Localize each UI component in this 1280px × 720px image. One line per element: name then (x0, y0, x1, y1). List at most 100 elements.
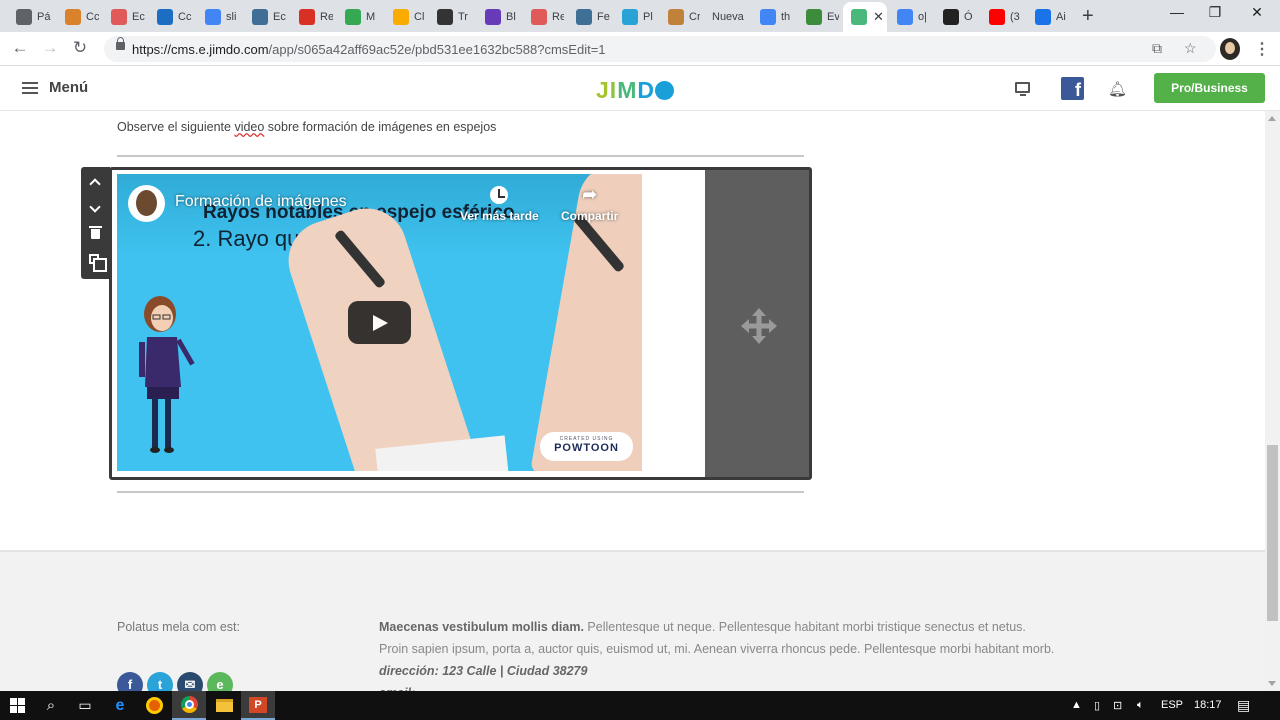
element-toolbar (81, 167, 110, 279)
chrome-icon[interactable] (172, 691, 206, 720)
start-button[interactable] (0, 691, 34, 720)
notifications-icon[interactable]: ▤ (1237, 697, 1250, 714)
browser-tab[interactable]: Cl (385, 4, 425, 30)
restore-button[interactable]: ❐ (1192, 4, 1238, 21)
show-hidden-icons[interactable]: ▲ (1071, 699, 1082, 711)
tab-s-icon (111, 9, 127, 25)
edge-icon[interactable]: e (103, 691, 137, 720)
tab-google2-icon (760, 9, 776, 25)
divider-top (117, 155, 804, 157)
trash-icon[interactable] (89, 226, 102, 239)
browser-tab[interactable]: Nueva (704, 4, 750, 30)
browser-tab[interactable]: Bl (477, 4, 519, 30)
browser-tab[interactable]: Ai (1027, 4, 1071, 30)
move-up-icon[interactable] (89, 178, 101, 190)
language-indicator[interactable]: ESP (1161, 699, 1183, 711)
battery-icon[interactable]: ▯ (1094, 699, 1100, 712)
browser-tab[interactable]: Tr (429, 4, 473, 30)
watch-later-button[interactable]: Ver más tarde (460, 186, 539, 223)
browser-tab-label: sli (226, 11, 237, 23)
url-text: https://cms.e.jimdo.com/app/s065a42aff69… (132, 42, 606, 57)
share-button[interactable]: ➦ Compartir (561, 186, 618, 224)
drag-handle[interactable] (705, 170, 809, 477)
firefox-icon[interactable] (137, 691, 171, 720)
browser-tab-label: th (781, 11, 791, 23)
browser-tab[interactable]: Cr (660, 4, 700, 30)
tab-s2-icon (531, 9, 547, 25)
lock-icon (116, 37, 125, 50)
browser-tab-label: Cc (178, 11, 192, 23)
preview-monitor-icon[interactable] (1015, 82, 1030, 96)
clock-time[interactable]: 18:17 (1194, 699, 1222, 711)
browser-tab[interactable]: (3 (981, 4, 1023, 30)
profile-avatar[interactable] (1220, 38, 1240, 60)
address-bar[interactable]: https://cms.e.jimdo.com/app/s065a42aff69… (104, 36, 1216, 62)
browser-tab-label: M (366, 11, 376, 23)
youtube-video-player[interactable]: Rayos notables en espejo esférico 2. Ray… (117, 174, 642, 471)
tab-contact-icon (437, 9, 453, 25)
browser-tab[interactable]: Pá (8, 4, 53, 30)
browser-tab[interactable]: th (752, 4, 794, 30)
play-button[interactable] (348, 301, 411, 344)
volume-icon[interactable]: 🔈︎ (1137, 699, 1144, 712)
forward-button[interactable]: → (39, 38, 61, 58)
browser-menu-icon[interactable]: ⋮ (1254, 39, 1270, 59)
browser-tab[interactable]: Re (291, 4, 333, 30)
browser-tab[interactable]: Ec (103, 4, 145, 30)
file-explorer-icon[interactable] (207, 691, 241, 720)
browser-tab[interactable]: o| (889, 4, 931, 30)
browser-tab[interactable]: Ec (244, 4, 287, 30)
bookmark-star-icon[interactable]: ☆ (1184, 40, 1197, 57)
browser-tab-label: Re (552, 11, 564, 23)
channel-avatar[interactable] (128, 185, 165, 222)
scroll-down-arrow[interactable] (1268, 681, 1276, 686)
browser-tab[interactable]: Fe (568, 4, 610, 30)
windows-logo-icon (9, 698, 25, 713)
scroll-up-arrow[interactable] (1268, 116, 1276, 121)
hamburger-icon[interactable] (22, 82, 38, 94)
browser-tab[interactable]: ✕ (843, 2, 887, 32)
intro-paragraph[interactable]: Observe el siguiente video sobre formaci… (117, 120, 496, 134)
browser-tab[interactable]: Pl (614, 4, 656, 30)
scroll-thumb[interactable] (1267, 445, 1278, 621)
tab-globe-icon (16, 9, 32, 25)
tab-palette-icon (668, 9, 684, 25)
task-view-icon[interactable]: ▭ (68, 691, 102, 720)
browser-tab-label: Re (320, 11, 333, 23)
close-window-button[interactable]: ✕ (1234, 4, 1280, 21)
browser-tab-label: Ev (827, 11, 839, 23)
bell-icon[interactable]: 🔔︎ (1108, 80, 1127, 98)
clock-icon (490, 186, 509, 204)
network-icon[interactable]: ⊡ (1113, 699, 1122, 712)
new-tab-button[interactable]: + (1082, 5, 1094, 28)
search-icon[interactable]: ⌕ (34, 691, 68, 720)
jimdo-admin-bar: Menú JIMD f 🔔︎ Pro/Business (0, 67, 1280, 111)
pro-business-button[interactable]: Pro/Business (1154, 73, 1265, 103)
powerpoint-icon[interactable]: P (241, 691, 275, 720)
browser-tab[interactable]: M (337, 4, 381, 30)
browser-tab-label: Cc (86, 11, 99, 23)
browser-tab[interactable]: Ó (935, 4, 977, 30)
close-tab-icon[interactable]: ✕ (873, 9, 884, 25)
tab-classroom-icon (393, 9, 409, 25)
translate-icon[interactable]: ⧉ (1152, 40, 1162, 57)
duplicate-icon[interactable] (89, 254, 107, 272)
browser-tab-label: Tr (458, 11, 468, 23)
reload-button[interactable]: ↻ (69, 38, 91, 58)
browser-tab[interactable]: Re (523, 4, 564, 30)
browser-tab-label: Pá (37, 11, 51, 23)
tab-drive-icon (345, 9, 361, 25)
browser-tab[interactable]: Cc (149, 4, 193, 30)
back-button[interactable]: ← (9, 38, 31, 58)
tab-educa2-icon (576, 9, 592, 25)
browser-tab[interactable]: Ev (798, 4, 839, 30)
menu-label[interactable]: Menú (49, 79, 88, 96)
facebook-icon[interactable]: f (1061, 77, 1084, 100)
page-scrollbar[interactable] (1265, 111, 1280, 691)
browser-tab[interactable]: Cc (57, 4, 99, 30)
video-element-editor[interactable]: Rayos notables en espejo esférico 2. Ray… (109, 167, 812, 480)
move-down-icon[interactable] (89, 201, 101, 213)
browser-tab[interactable]: sli (197, 4, 240, 30)
video-title[interactable]: Formación de imágenes (175, 193, 347, 211)
browser-tab-label: (3 (1010, 11, 1020, 23)
